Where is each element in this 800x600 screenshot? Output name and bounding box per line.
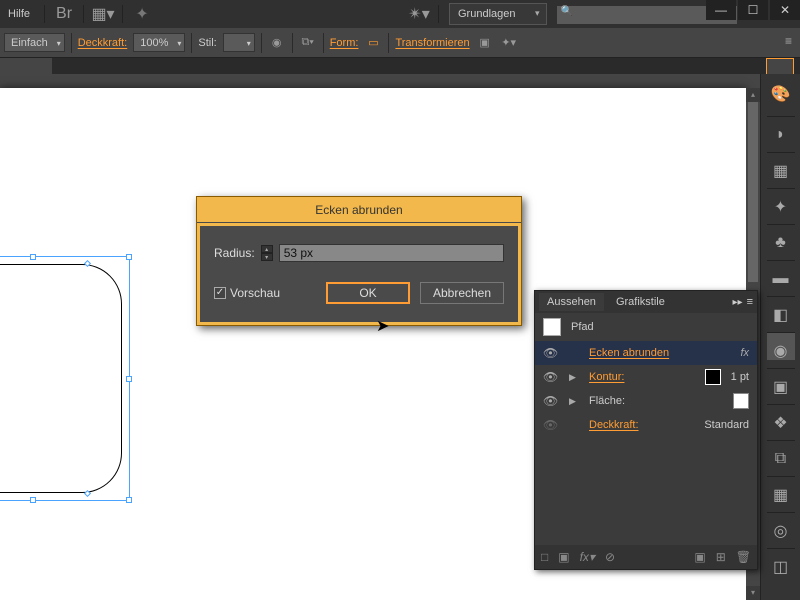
appearance-tab[interactable]: Aussehen xyxy=(539,293,604,311)
symbols-icon[interactable]: ♣ xyxy=(767,224,795,252)
round-corners-dialog: Ecken abrunden Radius: ▴▾ ✓ Vorschau OK … xyxy=(196,196,522,326)
bridge-icon[interactable]: Br xyxy=(55,5,73,23)
sync-icon[interactable]: ✴▾ xyxy=(410,5,428,23)
gradient-icon[interactable]: ◧ xyxy=(767,296,795,324)
title-bar: Hilfe Br ▦▾ ✦ ✴▾ Grundlagen — ☐ ✕ xyxy=(0,0,800,28)
dialog-title: Ecken abrunden xyxy=(197,197,521,223)
maximize-button[interactable]: ☐ xyxy=(738,0,768,20)
help-menu[interactable]: Hilfe xyxy=(4,6,34,22)
scroll-thumb[interactable] xyxy=(748,102,758,282)
transform-icon1[interactable]: ▣ xyxy=(476,34,494,52)
controlbar-menu-icon[interactable]: ≡ xyxy=(785,34,792,48)
preview-label: Vorschau xyxy=(230,286,280,300)
opacity-row[interactable]: 👁 Deckkraft: Standard xyxy=(535,413,757,437)
duplicate-icon[interactable]: ▣ xyxy=(694,550,705,564)
control-bar: Einfach Deckkraft: 100% Stil: ◉ ⧉▾ Form:… xyxy=(0,28,800,58)
handle-tr[interactable] xyxy=(126,254,132,260)
appearance-panel-icon[interactable]: ◉ xyxy=(767,332,795,360)
document-tab-stub[interactable] xyxy=(0,58,52,74)
style-combo[interactable] xyxy=(223,33,255,52)
arrange-docs-icon[interactable]: ▦▾ xyxy=(94,5,112,23)
fill-label: Fläche: xyxy=(589,395,723,407)
layers-icon[interactable]: ❖ xyxy=(767,404,795,432)
swatches-icon[interactable]: ▦ xyxy=(767,152,795,180)
stroke-label[interactable]: Kontur: xyxy=(589,371,695,383)
handle-mr[interactable] xyxy=(126,376,132,382)
visibility-icon[interactable]: 👁 xyxy=(543,418,559,432)
pathfinder-icon[interactable]: ◫ xyxy=(767,548,795,576)
scroll-down-icon[interactable]: ▾ xyxy=(746,586,760,600)
radius-stepper[interactable]: ▴▾ xyxy=(261,245,273,261)
tabstrip-highlight xyxy=(766,58,794,74)
scroll-up-icon[interactable]: ▴ xyxy=(746,88,760,102)
handle-bm[interactable] xyxy=(30,497,36,503)
effect-row[interactable]: 👁 Ecken abrunden fx xyxy=(535,341,757,365)
rounded-rect-shape[interactable] xyxy=(0,256,130,501)
align-icon[interactable]: ⧉▾ xyxy=(299,34,317,52)
shape-icon[interactable]: ▭ xyxy=(364,34,382,52)
color-guide-icon[interactable]: ◗ xyxy=(767,116,795,144)
recolor-icon[interactable]: ◉ xyxy=(268,34,286,52)
expand-icon[interactable]: ▶ xyxy=(569,372,579,383)
fill-row[interactable]: 👁 ▶ Fläche: xyxy=(535,389,757,413)
visibility-icon[interactable]: 👁 xyxy=(543,370,559,384)
expand-icon[interactable]: ▶ xyxy=(569,396,579,407)
collapse-icon[interactable]: ▸▸ xyxy=(733,297,743,308)
check-icon: ✓ xyxy=(214,287,226,299)
shape-label[interactable]: Form: xyxy=(330,37,359,49)
panel-menu-icon[interactable]: ≡ xyxy=(747,296,753,308)
opacity-label[interactable]: Deckkraft: xyxy=(589,419,694,431)
preview-checkbox[interactable]: ✓ Vorschau xyxy=(214,286,280,300)
delete-icon[interactable]: 🗑 xyxy=(736,550,751,564)
stroke-swatch[interactable] xyxy=(705,369,721,385)
opacity-value: Standard xyxy=(704,419,749,431)
appearance-panel: Aussehen Grafikstile ▸▸ ≡ Pfad 👁 Ecken a… xyxy=(534,290,758,570)
fill-swatch[interactable] xyxy=(733,393,749,409)
brushes-icon[interactable]: ✦ xyxy=(767,188,795,216)
gpu-icon[interactable]: ✦ xyxy=(133,5,151,23)
new-fill-icon[interactable]: ▣ xyxy=(558,550,569,564)
new-item-icon[interactable]: ⊞ xyxy=(716,550,726,564)
add-effect-icon[interactable]: fx▾ xyxy=(580,550,595,564)
visibility-icon[interactable]: 👁 xyxy=(543,394,559,408)
handle-br[interactable] xyxy=(126,497,132,503)
opacity-label[interactable]: Deckkraft: xyxy=(78,37,128,49)
stroke-value[interactable]: 1 pt xyxy=(731,371,749,383)
visibility-icon[interactable]: 👁 xyxy=(543,346,559,360)
graphic-styles-tab[interactable]: Grafikstile xyxy=(608,293,673,311)
close-button[interactable]: ✕ xyxy=(770,0,800,20)
transform-label[interactable]: Transformieren xyxy=(395,37,469,49)
graphic-styles-icon[interactable]: ▣ xyxy=(767,368,795,396)
effect-name[interactable]: Ecken abrunden xyxy=(589,347,730,359)
handle-tm[interactable] xyxy=(30,254,36,260)
workspace-dropdown[interactable]: Grundlagen xyxy=(449,3,547,25)
stroke-icon[interactable]: ▬ xyxy=(767,260,795,288)
align-icon[interactable]: ◎ xyxy=(767,512,795,540)
object-swatch-icon xyxy=(543,318,561,336)
radius-input[interactable] xyxy=(279,244,504,262)
minimize-button[interactable]: — xyxy=(706,0,736,20)
transform-panel-icon[interactable]: ▦ xyxy=(767,476,795,504)
cancel-button[interactable]: Abbrechen xyxy=(420,282,504,304)
selection-bounds xyxy=(0,256,130,501)
object-type-label: Pfad xyxy=(571,321,594,333)
color-panel-icon[interactable]: 🎨 xyxy=(767,80,795,108)
stroke-profile-combo[interactable]: Einfach xyxy=(4,33,65,52)
artboards-icon[interactable]: ⧉ xyxy=(767,440,795,468)
tab-strip xyxy=(0,58,800,74)
clear-icon[interactable]: ⊘ xyxy=(605,550,615,564)
new-stroke-icon[interactable]: □ xyxy=(541,550,548,564)
panel-footer: □ ▣ fx▾ ⊘ ▣ ⊞ 🗑 xyxy=(535,545,757,569)
style-label: Stil: xyxy=(198,37,216,49)
transform-icon2[interactable]: ✦▾ xyxy=(500,34,518,52)
fx-icon: fx xyxy=(740,347,749,359)
right-panel-rail: 🎨 ◗ ▦ ✦ ♣ ▬ ◧ ◉ ▣ ❖ ⧉ ▦ ◎ ◫ xyxy=(760,74,800,600)
ok-button[interactable]: OK xyxy=(326,282,410,304)
opacity-combo[interactable]: 100% xyxy=(133,33,185,52)
radius-label: Radius: xyxy=(214,246,255,260)
stroke-row[interactable]: 👁 ▶ Kontur: 1 pt xyxy=(535,365,757,389)
